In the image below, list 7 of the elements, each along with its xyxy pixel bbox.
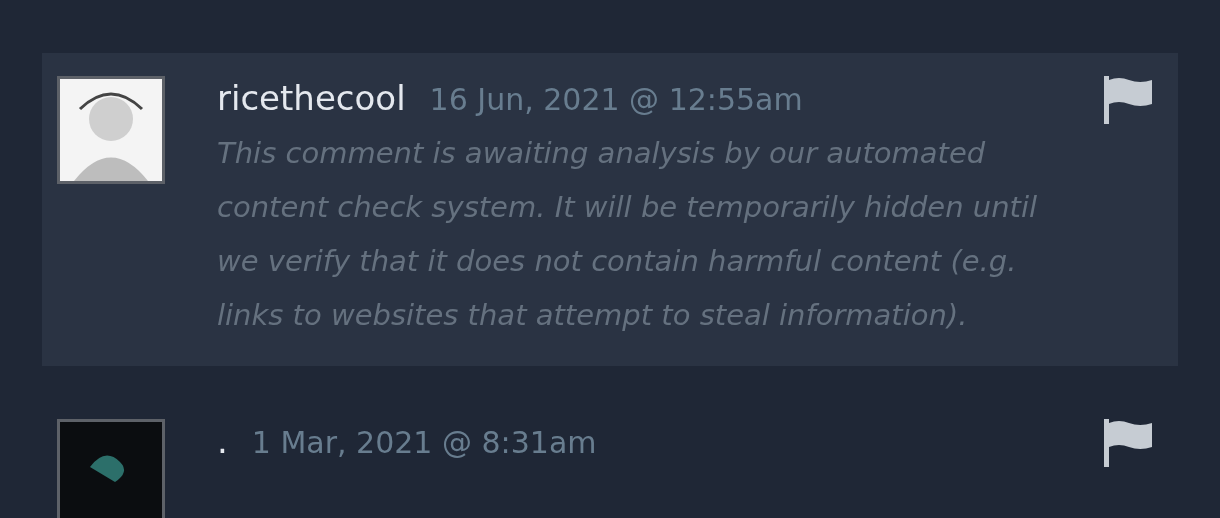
comment-timestamp: 16 Jun, 2021 @ 12:55am	[429, 81, 803, 119]
flag-icon[interactable]	[1104, 419, 1154, 467]
comment-text: This comment is awaiting analysis by our automated content check system. It will be temporarily hidden until we verify that it does not contain harmful content (e.g. links to websites that attempt to steal information).	[217, 135, 1039, 334]
comment-timestamp: 1 Mar, 2021 @ 8:31am	[251, 424, 597, 462]
author-name[interactable]: .	[217, 419, 228, 463]
flag-icon[interactable]	[1104, 76, 1154, 124]
author-name[interactable]: ricethecool	[217, 76, 406, 120]
